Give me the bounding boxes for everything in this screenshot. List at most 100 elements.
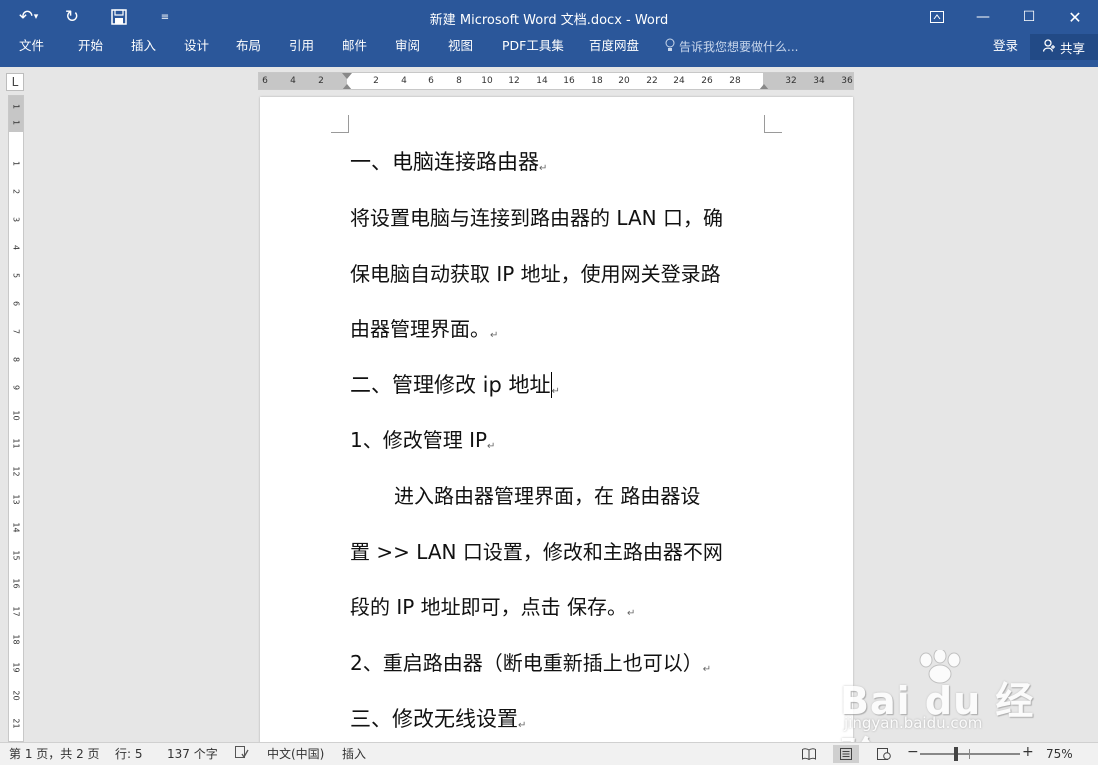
tab-file[interactable]: 文件 [15,38,48,54]
tab-insert[interactable]: 插入 [127,38,160,54]
sub-heading-1[interactable]: 1、修改管理 IP↵ [350,427,495,460]
vertical-ruler[interactable]: 1 1 1 2 3 4 5 6 7 8 9 10 11 12 13 14 15 … [8,95,24,742]
web-layout-icon[interactable] [871,745,897,763]
language[interactable]: 中文(中国) [267,746,324,762]
document-page[interactable]: 一、电脑连接路由器↵ 将设置电脑与连接到路由器的 LAN 口，确 保电脑自动获取… [260,97,853,742]
ruler-tick: 24 [673,76,685,86]
ruler-tick: 6 [262,76,268,86]
paragraph-mark: ↵ [627,608,636,619]
ruler-tick: 36 [841,76,853,86]
ruler-tick: 4 [11,244,21,251]
tab-selector[interactable]: L [6,73,24,91]
paragraph-mark: ↵ [702,664,712,675]
ruler-tick: 11 [11,438,21,449]
minimize-button[interactable]: — [960,0,1006,34]
share-button[interactable]: 共享 [1030,34,1098,60]
customize-qa-icon[interactable]: ≡ [152,6,178,28]
title-bar: ↶ ▾ ↻ ≡ 新建 Microsoft Word 文档.docx - Word… [0,0,1098,34]
ruler-tick: 4 [290,76,296,86]
tab-design[interactable]: 设计 [180,38,213,54]
tab-pdf-tools[interactable]: PDF工具集 [498,38,568,54]
ruler-tick: 10 [11,410,21,421]
zoom-slider-center-mark [969,749,970,759]
ruler-tick: 6 [428,76,434,86]
horizontal-ruler[interactable]: 6 4 2 2 4 6 8 10 12 14 16 18 20 22 24 26… [258,72,854,90]
body-line[interactable]: 将设置电脑与连接到路由器的 LAN 口，确 [350,205,723,231]
tab-view[interactable]: 视图 [444,38,477,54]
hanging-indent-marker[interactable] [342,84,352,89]
paragraph-mark: ↵ [487,441,496,452]
save-icon[interactable] [106,6,132,28]
body-line[interactable]: 保电脑自动获取 IP 地址，使用网关登录路 [350,261,721,287]
ruler-tick: 2 [318,76,324,86]
ruler-tick: 34 [813,76,825,86]
ruler-tick: 22 [646,76,658,86]
ruler-tick: 21 [11,718,21,729]
ruler-tick: 16 [563,76,575,86]
tell-me-text: 告诉我您想要做什么... [679,40,799,54]
zoom-slider[interactable] [920,753,1020,755]
word-count[interactable]: 137 个字 [167,746,218,762]
person-icon [1042,39,1056,55]
ruler-tick: 8 [456,76,462,86]
share-label: 共享 [1059,40,1085,56]
ruler-tick: 10 [481,76,493,86]
line-number[interactable]: 行: 5 [115,746,143,762]
ruler-tick: 28 [729,76,741,86]
ruler-tick: 1 [11,160,21,167]
ruler-tick: 17 [11,606,21,617]
crop-mark-left [331,115,349,133]
zoom-out-button[interactable]: − [907,744,919,760]
heading-3[interactable]: 三、修改无线设置↵ [350,706,526,739]
read-mode-icon[interactable] [796,745,822,763]
tab-mailings[interactable]: 邮件 [338,38,371,54]
ruler-tick: 32 [785,76,797,86]
first-line-indent-marker[interactable] [342,73,352,79]
heading-2[interactable]: 二、管理修改 ip 地址↵ [350,372,560,405]
ruler-tick: 14 [536,76,548,86]
zoom-in-button[interactable]: + [1022,744,1034,760]
ruler-tick: 4 [401,76,407,86]
document-workspace[interactable]: L 6 4 2 2 4 6 8 10 12 14 16 18 20 22 24 … [0,67,1098,742]
ruler-tick: 12 [11,466,21,477]
ruler-tick: 18 [591,76,603,86]
status-bar: 第 1 页，共 2 页 行: 5 137 个字 中文(中国) 插入 − + 75… [0,742,1098,765]
body-line[interactable]: 置 >> LAN 口设置，修改和主路由器不网 [350,539,723,565]
tab-layout[interactable]: 布局 [232,38,265,54]
ruler-tick: 6 [11,300,21,307]
redo-icon[interactable]: ↻ [59,6,85,28]
ruler-tick: 9 [11,384,21,391]
body-line[interactable]: 段的 IP 地址即可，点击 保存。↵ [350,594,635,627]
tab-review[interactable]: 审阅 [391,38,424,54]
tell-me-search[interactable]: 告诉我您想要做什么... [665,38,798,56]
ruler-tick: 1 [11,103,21,110]
close-button[interactable]: ✕ [1052,0,1098,34]
ruler-tick: 20 [618,76,630,86]
ruler-tick: 14 [11,522,21,533]
login-link[interactable]: 登录 [993,38,1018,54]
ribbon-display-options-icon[interactable] [914,0,960,34]
left-margin-area [259,73,347,89]
proofing-icon[interactable] [235,746,249,763]
ruler-tick: 20 [11,690,21,701]
heading-1[interactable]: 一、电脑连接路由器↵ [350,149,547,182]
paragraph-mark: ↵ [490,330,499,341]
body-line[interactable]: 由器管理界面。↵ [350,316,498,349]
maximize-button[interactable]: ☐ [1006,0,1052,34]
zoom-level[interactable]: 75% [1046,746,1073,762]
zoom-slider-thumb[interactable] [954,747,958,761]
right-indent-marker[interactable] [759,84,769,89]
ruler-tick: 16 [11,578,21,589]
tab-references[interactable]: 引用 [285,38,318,54]
tab-home[interactable]: 开始 [74,38,107,54]
insert-mode[interactable]: 插入 [342,746,366,762]
page-count[interactable]: 第 1 页，共 2 页 [9,746,100,762]
ruler-tick: 18 [11,634,21,645]
tab-baidu-netdisk[interactable]: 百度网盘 [585,38,643,54]
print-layout-icon[interactable] [833,745,859,763]
undo-dropdown-icon[interactable]: ▾ [30,6,42,28]
paragraph-mark: ↵ [551,386,560,397]
body-line[interactable]: 进入路由器管理界面，在 路由器设 [394,483,700,509]
sub-heading-2[interactable]: 2、重启路由器（断电重新插上也可以）↵ [350,650,711,683]
ruler-tick: 7 [11,328,21,335]
